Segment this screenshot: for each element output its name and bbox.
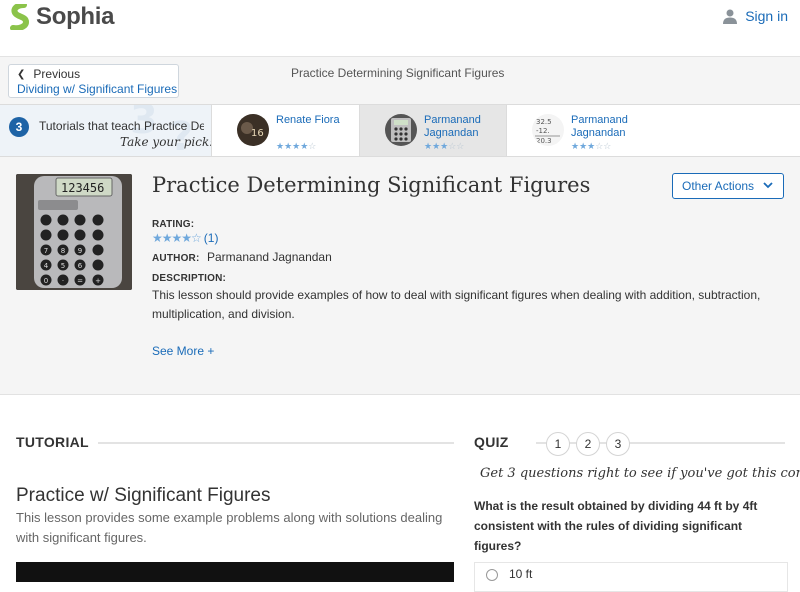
- svg-text:32.5: 32.5: [536, 118, 552, 126]
- svg-text:-12.: -12.: [536, 127, 550, 135]
- svg-text:5: 5: [61, 262, 65, 270]
- previous-lesson-button[interactable]: ❮ Previous Dividing w/ Significant Figur…: [8, 64, 179, 98]
- svg-text:0: 0: [44, 277, 48, 285]
- lesson-description: This lesson should provide examples of h…: [152, 288, 761, 321]
- tutorial-rating-stars: ★★★☆☆: [571, 141, 612, 151]
- author-label: AUTHOR:: [152, 253, 200, 264]
- svg-text:4: 4: [44, 262, 49, 270]
- svg-text:8: 8: [61, 247, 65, 255]
- svg-text:+: +: [95, 277, 101, 285]
- tutorial-thumbnail: 16: [237, 114, 269, 146]
- author-name: Parmanand Jagnandan: [207, 250, 332, 264]
- tutorials-label: Tutorials that teach Practice Determinin…: [39, 119, 204, 133]
- svg-text:20.3: 20.3: [536, 137, 552, 145]
- lesson-title: Practice Determining Significant Figures: [152, 173, 591, 197]
- logo-text: Sophia: [36, 3, 115, 30]
- tutorial-description: This lesson provides some example proble…: [16, 510, 443, 545]
- quiz-answer-option[interactable]: 10 ft: [474, 562, 788, 592]
- other-actions-dropdown[interactable]: Other Actions: [672, 173, 784, 199]
- divider: [98, 442, 454, 444]
- sign-in-label: Sign in: [745, 8, 788, 24]
- see-more-link[interactable]: See More +: [152, 344, 214, 358]
- svg-text:=: =: [77, 277, 83, 285]
- video-player[interactable]: [16, 562, 454, 582]
- tutorial-rating-stars: ★★★☆☆: [424, 141, 465, 151]
- other-actions-label: Other Actions: [682, 179, 755, 193]
- tutorial-author: Renate Fiora: [276, 114, 340, 126]
- tutorial-card[interactable]: 16 Renate Fiora ★★★★☆: [212, 105, 360, 156]
- quiz-question-2[interactable]: 2: [576, 432, 600, 456]
- tutorial-card-selected[interactable]: Parmanand Jagnandan ★★★☆☆: [360, 105, 507, 156]
- chevron-down-icon: [763, 181, 773, 192]
- lesson-thumbnail: 123456 7 8 9 4 5 6 0 · = +: [16, 174, 132, 290]
- sign-in-button[interactable]: Sign in: [723, 8, 788, 24]
- quiz-heading: QUIZ: [474, 434, 509, 450]
- person-icon: [723, 9, 738, 24]
- tutorials-summary: 3 ? 3 Tutorials that teach Practice Dete…: [0, 105, 212, 156]
- tutorials-strip: 3 ? 3 Tutorials that teach Practice Dete…: [0, 104, 800, 157]
- quiz-hint: Get 3 questions right to see if you've g…: [480, 466, 800, 481]
- chevron-left-icon: ❮: [17, 68, 26, 80]
- svg-text:9: 9: [78, 247, 82, 255]
- tutorial-count-badge: 3: [9, 117, 29, 137]
- rating-count[interactable]: (1): [204, 231, 219, 245]
- quiz-question-3[interactable]: 3: [606, 432, 630, 456]
- tutorial-thumbnail: 32.5 -12. 20.3: [532, 114, 564, 146]
- rating-stars: ★★★★☆: [152, 231, 202, 245]
- svg-text:123456: 123456: [61, 181, 104, 195]
- svg-text:16: 16: [251, 128, 264, 139]
- take-your-pick-label: Take your pick:: [120, 135, 212, 149]
- page-subtitle: Practice Determining Significant Figures: [291, 66, 505, 80]
- tutorial-thumbnail: [385, 114, 417, 146]
- tutorial-title: Practice w/ Significant Figures: [16, 485, 271, 506]
- tutorial-heading: TUTORIAL: [16, 434, 89, 450]
- lesson-nav-bar: ❮ Previous Dividing w/ Significant Figur…: [0, 57, 800, 105]
- svg-text:·: ·: [62, 277, 64, 285]
- answer-text: 10 ft: [509, 567, 533, 581]
- tutorial-rating-stars: ★★★★☆: [276, 141, 317, 151]
- quiz-question: What is the result obtained by dividing …: [474, 499, 758, 553]
- lesson-rating[interactable]: ★★★★☆ (1): [152, 231, 218, 245]
- divider: [536, 442, 785, 444]
- svg-text:7: 7: [44, 247, 48, 255]
- site-header: Sophia Sign in: [0, 0, 800, 57]
- tutorial-card[interactable]: 32.5 -12. 20.3 Parmanand Jagnandan ★★★☆☆: [507, 105, 655, 156]
- description-label: DESCRIPTION:: [152, 273, 227, 284]
- tutorial-author: Parmanand Jagnandan: [571, 114, 628, 139]
- radio-button[interactable]: [486, 569, 498, 581]
- lesson-summary: 123456 7 8 9 4 5 6 0 · = + Practice Determining…: [0, 157, 800, 395]
- rating-label: RATING:: [152, 219, 195, 230]
- tutorial-author: Parmanand Jagnandan: [424, 114, 481, 139]
- previous-label-row: ❮ Previous: [17, 67, 178, 81]
- quiz-question-1[interactable]: 1: [546, 432, 570, 456]
- previous-lesson-link[interactable]: Dividing w/ Significant Figures: [17, 82, 178, 96]
- sophia-logo[interactable]: Sophia: [10, 3, 115, 31]
- sophia-logo-icon: [10, 4, 30, 30]
- previous-label: Previous: [33, 67, 81, 81]
- svg-text:6: 6: [78, 262, 83, 270]
